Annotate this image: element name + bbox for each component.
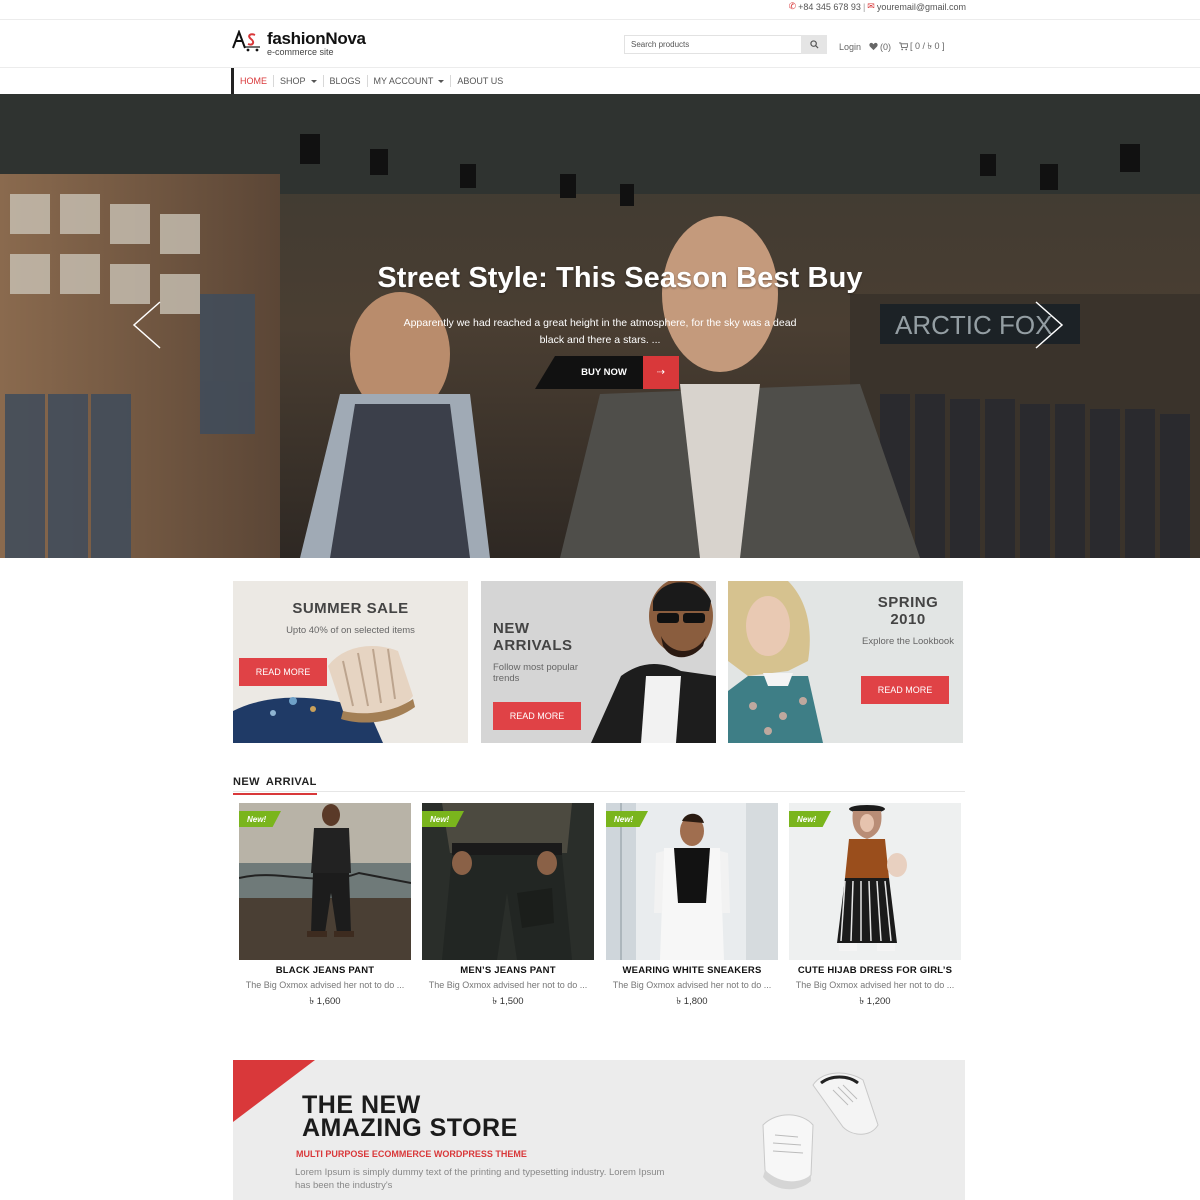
banner-subtitle: MULTI PURPOSE ECOMMERCE WORDPRESS THEME — [296, 1149, 527, 1159]
phone-icon: ✆ — [788, 1, 797, 11]
top-bar: ✆ +84 345 678 93 | ✉ youremail@gmail.com — [0, 0, 1200, 20]
product-card[interactable]: New! CUTE HIJAB DRESS FOR GIRL’S The Big… — [789, 803, 961, 1013]
login-link[interactable]: Login — [839, 42, 861, 52]
product-price: ৳ 1,800 — [676, 996, 708, 1007]
promo-title: SPRING 2010 — [868, 594, 948, 628]
product-card[interactable]: New! WEARING WHITE SNEAKERS The Big Oxmo… — [606, 803, 778, 1013]
svg-text:ARCTIC FOX: ARCTIC FOX — [895, 310, 1052, 340]
section-title: NEW ARRIVAL — [233, 776, 317, 795]
nav-shop-label: SHOP — [280, 76, 306, 86]
product-description: The Big Oxmox advised her not to do ... — [428, 980, 588, 990]
slider-prev-button[interactable] — [132, 300, 162, 350]
hero-text: Apparently we had reached a great height… — [403, 317, 797, 346]
nav-blogs-label: BLOGS — [329, 76, 361, 86]
nav-home[interactable]: HOME — [234, 68, 273, 94]
read-more-button[interactable]: READ MORE — [493, 702, 581, 730]
divider: | — [862, 1, 866, 12]
hero-title: Street Style: This Season Best Buy — [377, 262, 863, 294]
product-description: The Big Oxmox advised her not to do ... — [795, 980, 955, 990]
arrow-right-icon[interactable]: ⇢ — [643, 356, 679, 389]
banner-text: Lorem Ipsum is simply dummy text of the … — [295, 1167, 665, 1191]
promo-title-line1: NEW — [493, 620, 530, 637]
nav-about-us[interactable]: ABOUT US — [451, 68, 509, 94]
promo-title-line1: SPRING — [877, 594, 939, 611]
sneakers-image — [762, 1072, 879, 1190]
search-form — [624, 35, 827, 54]
site-logo[interactable]: fashionNova e-commerce site — [232, 29, 366, 57]
new-arrival-heading: NEW ARRIVAL — [233, 772, 965, 795]
banner-title: THE NEW AMAZING STORE — [302, 1093, 518, 1142]
product-card[interactable]: New! MEN’S JEANS PANT The Big Oxmox advi… — [422, 803, 594, 1013]
search-button[interactable] — [801, 35, 827, 54]
main-nav: HOME SHOP BLOGS MY ACCOUNT ABOUT US — [0, 68, 1200, 94]
promo-subtitle: Follow most popular trends — [493, 662, 579, 684]
buy-now-button[interactable]: BUY NOW — [535, 356, 643, 389]
product-price: ৳ 1,200 — [859, 996, 891, 1007]
wishlist-link[interactable]: (0) — [869, 42, 891, 52]
product-price: ৳ 1,500 — [492, 996, 524, 1007]
account-links: Login (0) [ 0 / ৳ 0 ] — [839, 39, 945, 54]
product-name[interactable]: MEN’S JEANS PANT — [422, 965, 594, 976]
hero-slider: ARCTIC FOX Street Style: This Season Bes… — [0, 94, 1200, 558]
caret-down-icon — [438, 79, 445, 83]
promo-summer-sale[interactable]: SUMMER SALE Upto 40% of on selected item… — [233, 581, 468, 743]
promo-title: SUMMER SALE — [292, 600, 409, 617]
site-header: fashionNova e-commerce site Login (0) — [0, 20, 1200, 68]
envelope-icon: ✉ — [867, 1, 875, 11]
search-icon — [809, 40, 819, 49]
product-name[interactable]: WEARING WHITE SNEAKERS — [606, 965, 778, 976]
read-more-button[interactable]: READ MORE — [861, 676, 949, 704]
read-more-button[interactable]: READ MORE — [239, 658, 327, 686]
promo-title-line2: 2010 — [890, 611, 926, 628]
cart-summary: [ 0 / ৳ 0 ] — [910, 41, 945, 51]
heart-icon — [869, 42, 878, 51]
cart-link[interactable]: [ 0 / ৳ 0 ] — [899, 39, 945, 54]
product-card[interactable]: New! BLACK JEANS PANT The Big Oxmox advi… — [239, 803, 411, 1013]
wishlist-count: (0) — [880, 41, 892, 52]
logo-tagline: e-commerce site — [267, 47, 334, 57]
hero-cta: BUY NOW ⇢ — [535, 356, 679, 389]
chevron-left-icon — [132, 301, 161, 349]
product-price: ৳ 1,600 — [309, 996, 341, 1007]
chevron-right-icon — [1035, 301, 1064, 349]
logo-name: fashionNova — [267, 29, 366, 48]
promo-subtitle: Upto 40% of on selected items — [286, 625, 415, 636]
nav-home-label: HOME — [240, 76, 267, 86]
promo-title-line2: ARRIVALS — [493, 637, 573, 654]
contact-info: ✆ +84 345 678 93 | ✉ youremail@gmail.com — [789, 1, 966, 12]
nav-my-account[interactable]: MY ACCOUNT — [368, 68, 451, 94]
search-input[interactable] — [624, 35, 801, 54]
store-banner[interactable]: THE NEW AMAZING STORE MULTI PURPOSE ECOM… — [233, 1060, 965, 1200]
cart-icon — [899, 42, 909, 51]
phone-number[interactable]: +84 345 678 93 — [798, 2, 861, 12]
logo-mark-icon — [232, 29, 262, 52]
slider-next-button[interactable] — [1034, 300, 1064, 350]
promo-spring[interactable]: SPRING 2010 Explore the Lookbook READ MO… — [728, 581, 963, 743]
email-address[interactable]: youremail@gmail.com — [877, 2, 966, 12]
product-name[interactable]: BLACK JEANS PANT — [239, 965, 411, 976]
nav-about-us-label: ABOUT US — [457, 76, 504, 86]
promo-new-arrivals[interactable]: NEW ARRIVALS Follow most popular trends … — [481, 581, 716, 743]
product-description: The Big Oxmox advised her not to do ... — [245, 980, 405, 990]
promo-title: NEW ARRIVALS — [493, 620, 573, 654]
caret-down-icon — [310, 79, 317, 83]
nav-my-account-label: MY ACCOUNT — [373, 76, 434, 86]
banner-title-line2: AMAZING STORE — [302, 1114, 518, 1142]
nav-blogs[interactable]: BLOGS — [324, 68, 367, 94]
nav-shop[interactable]: SHOP — [274, 68, 323, 94]
product-description: The Big Oxmox advised her not to do ... — [612, 980, 772, 990]
product-name[interactable]: CUTE HIJAB DRESS FOR GIRL’S — [789, 965, 961, 976]
promo-subtitle: Explore the Lookbook — [862, 636, 954, 647]
